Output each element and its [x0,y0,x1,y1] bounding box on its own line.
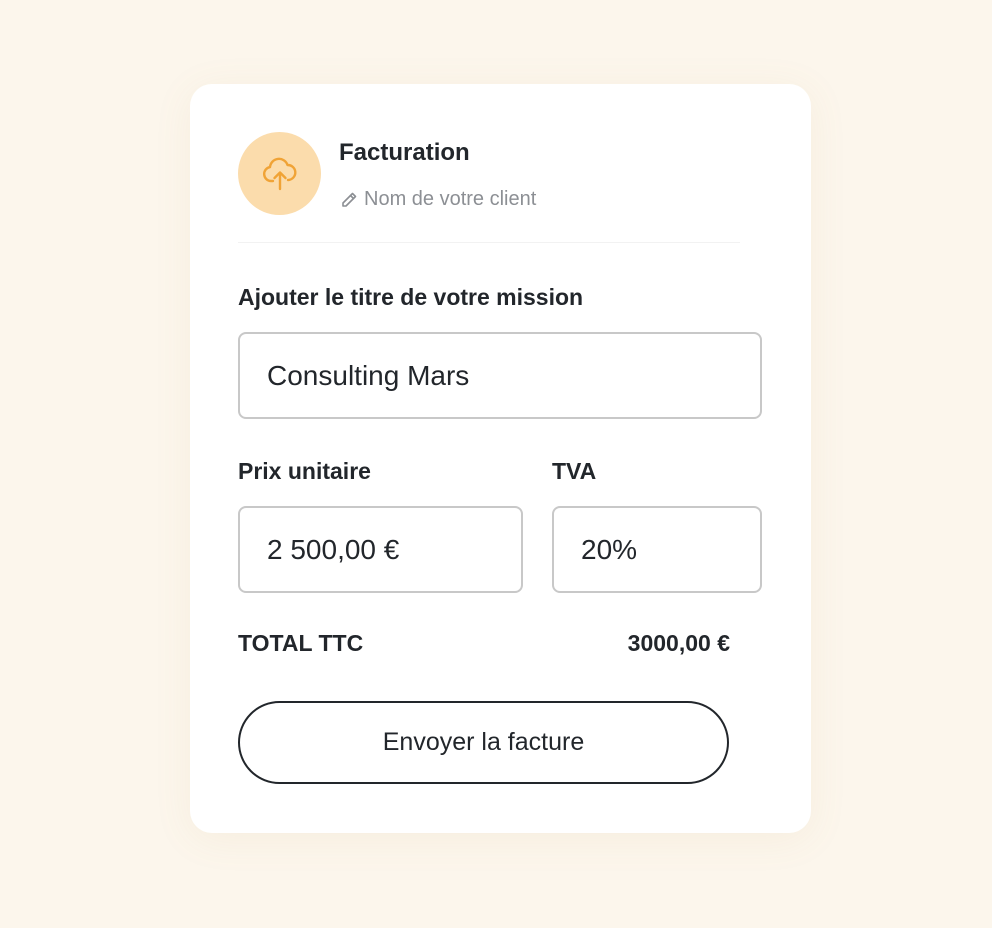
total-label: TOTAL TTC [238,630,364,656]
client-name-placeholder: Nom de votre client [364,188,537,210]
pencil-icon [339,190,359,210]
upload-avatar[interactable] [238,132,321,215]
cloud-upload-icon [260,154,300,194]
invoice-card: Facturation Nom de votre client Ajouter … [190,84,811,833]
header-divider [238,242,740,243]
client-name-field[interactable]: Nom de votre client [339,188,536,211]
vat-label: TVA [552,458,597,484]
send-invoice-button[interactable]: Envoyer la facture [238,701,729,784]
mission-title-input[interactable] [238,332,762,419]
unit-price-label: Prix unitaire [238,458,371,484]
mission-title-label: Ajouter le titre de votre mission [238,284,584,310]
vat-input[interactable] [552,506,762,593]
unit-price-input[interactable] [238,506,523,593]
page-title: Facturation [339,139,470,166]
total-value: 3000,00 € [627,630,730,656]
